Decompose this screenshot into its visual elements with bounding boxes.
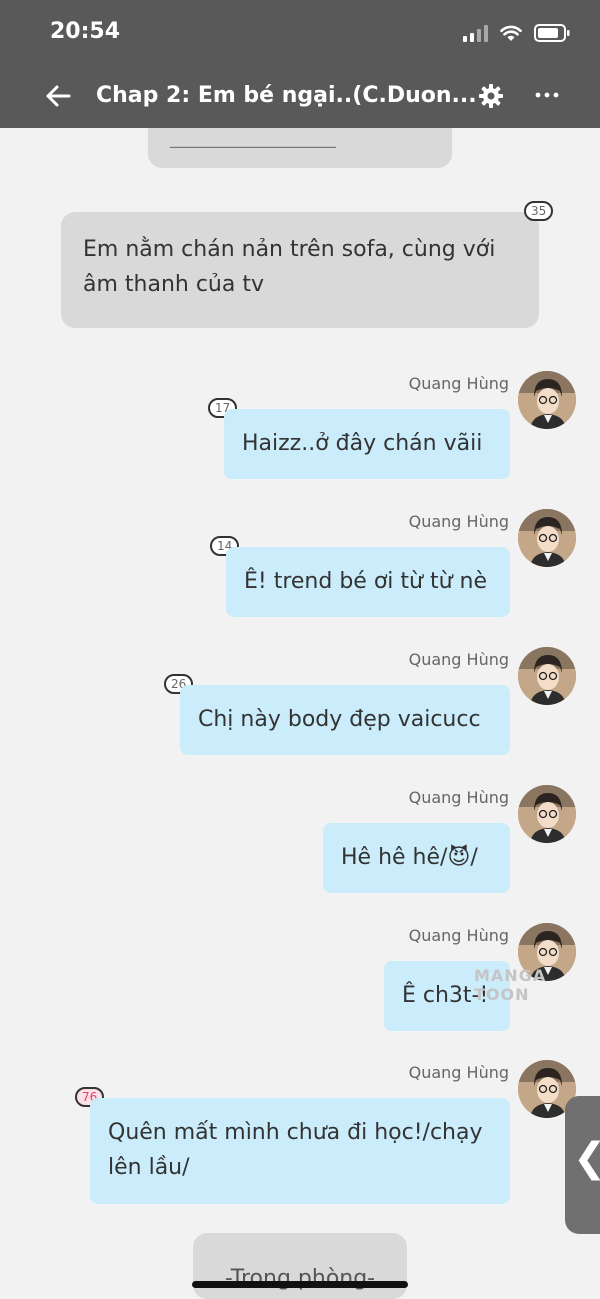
narration-bubble-bottom: -Trong phòng-	[193, 1233, 407, 1299]
message-text: Ê! trend bé ơi từ từ nè	[244, 569, 487, 594]
status-time: 20:54	[50, 19, 121, 44]
sender-name: Quang Hùng	[408, 650, 509, 669]
avatar[interactable]	[518, 647, 576, 705]
top-bar: 20:54 Chap 2: Em bé ngại..(C.Duon...	[0, 0, 600, 128]
chevron-left-icon: ❮	[573, 1138, 600, 1178]
home-indicator[interactable]	[192, 1281, 408, 1288]
message-text: Chị này body đẹp vaicucc	[198, 707, 481, 732]
avatar[interactable]	[518, 785, 576, 843]
watermark: MANGA TOON	[474, 966, 547, 1004]
side-panel-handle[interactable]: ❮	[565, 1096, 600, 1234]
sender-name: Quang Hùng	[408, 374, 509, 393]
gear-icon[interactable]	[478, 83, 504, 109]
message-bubble: Ê! trend bé ơi từ từ nè	[226, 547, 510, 617]
wifi-icon	[500, 25, 522, 42]
more-icon[interactable]	[534, 82, 560, 108]
avatar[interactable]	[518, 509, 576, 567]
message-text: Haizz..ở đây chán vãii	[242, 431, 483, 456]
battery-icon	[534, 24, 570, 42]
message-text: Hê hê hê/😈/	[341, 845, 478, 870]
message-bubble: Haizz..ở đây chán vãii	[224, 409, 510, 479]
sender-name: Quang Hùng	[408, 788, 509, 807]
message-bubble: Quên mất mình chưa đi học!/chạy lên lầu/	[90, 1098, 510, 1204]
signal-icon	[463, 24, 488, 42]
message-bubble: Chị này body đẹp vaicucc	[180, 685, 510, 755]
narration-bubble: Em nằm chán nản trên sofa, cùng với âm t…	[61, 212, 539, 328]
avatar[interactable]	[518, 371, 576, 429]
message-bubble: Hê hê hê/😈/	[323, 823, 510, 893]
back-arrow-icon[interactable]	[42, 80, 74, 112]
sender-name: Quang Hùng	[408, 926, 509, 945]
narration-text: Em nằm chán nản trên sofa, cùng với âm t…	[83, 237, 496, 297]
chapter-title: Chap 2: Em bé ngại..(C.Duon...	[96, 83, 477, 108]
status-icons	[463, 22, 570, 44]
sender-name: Quang Hùng	[408, 1063, 509, 1082]
message-text: Quên mất mình chưa đi học!/chạy lên lầu/	[108, 1120, 483, 1180]
sender-name: Quang Hùng	[408, 512, 509, 531]
comment-count-badge[interactable]: 35	[524, 201, 554, 221]
